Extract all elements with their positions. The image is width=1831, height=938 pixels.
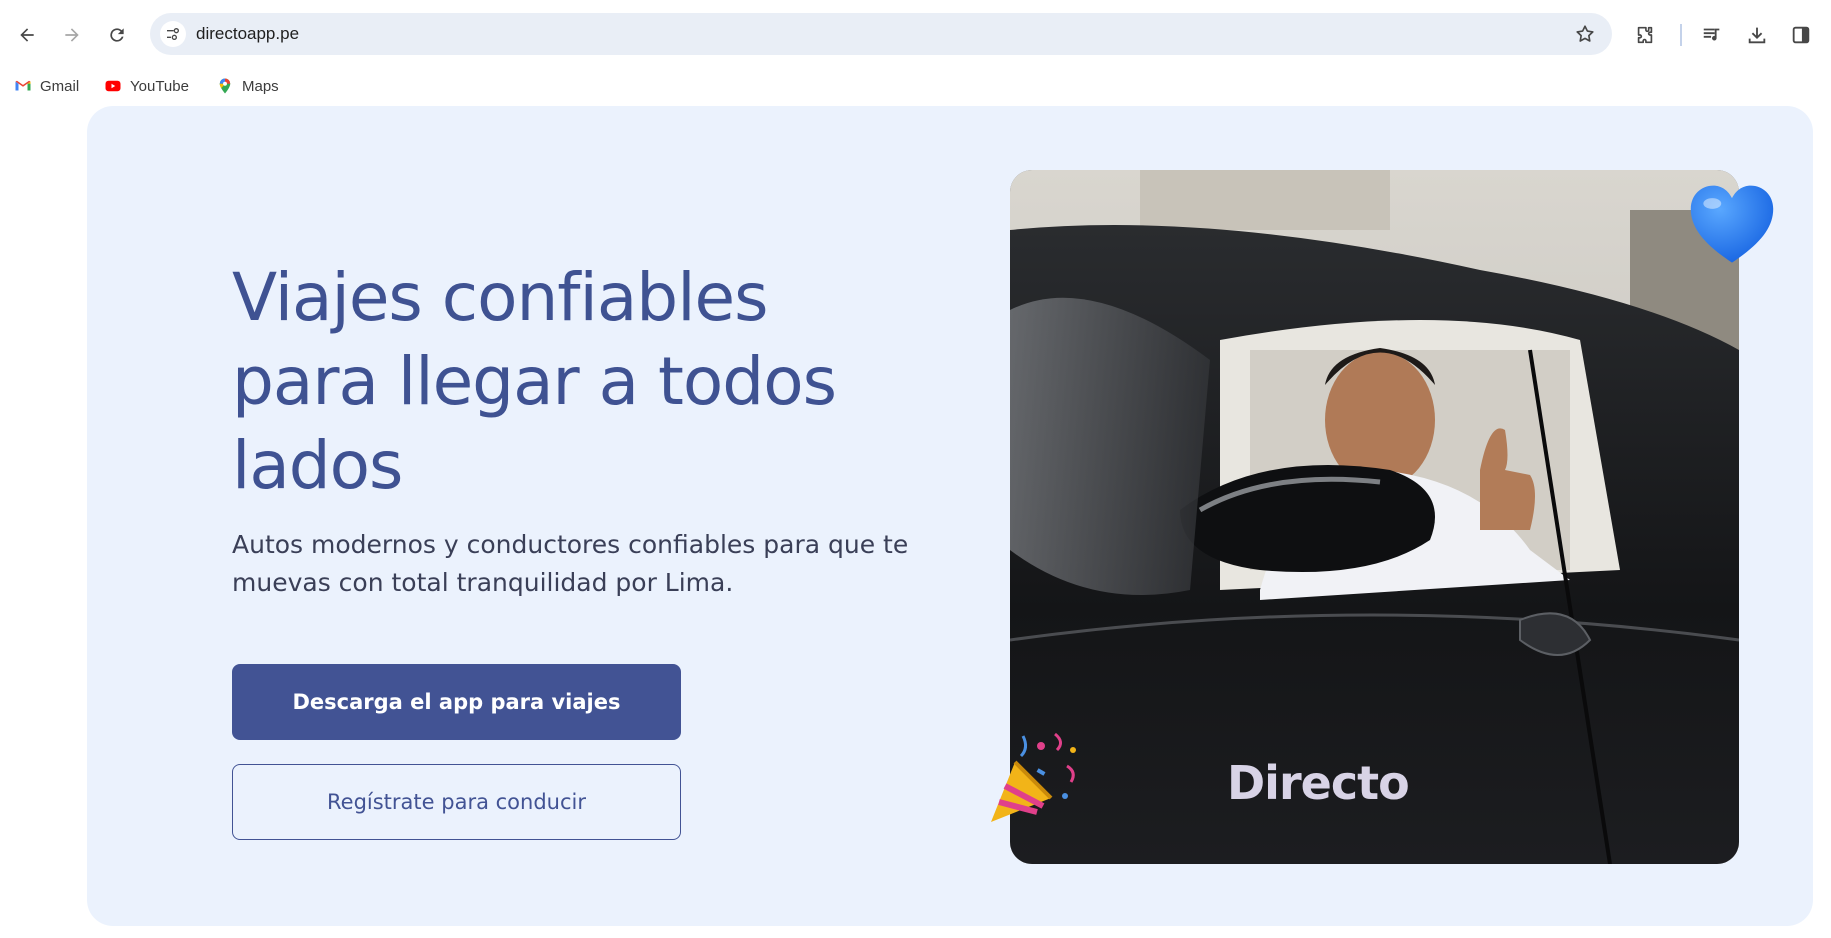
reload-button[interactable] [100,18,134,52]
puzzle-icon [1637,26,1653,44]
queue-music-icon [1703,28,1720,41]
hero-headline: Viajes confiables para llegar a todos la… [232,259,837,504]
address-bar[interactable]: directoapp.pe [150,13,1612,55]
site-info-icon[interactable] [160,21,186,47]
download-app-button[interactable]: Descarga el app para viajes [232,664,681,740]
car-brand-logo: Directo [1227,756,1410,810]
bookmark-youtube[interactable]: YouTube [104,72,189,100]
side-panel-button[interactable] [1786,20,1816,50]
side-panel-icon [1792,26,1810,44]
register-driver-button[interactable]: Regístrate para conducir [232,764,681,840]
toolbar-divider [1680,24,1682,46]
extensions-button[interactable] [1630,20,1660,50]
reload-icon [110,28,124,42]
youtube-icon [105,80,121,92]
blue-heart-icon [1690,185,1774,263]
bookmark-label: YouTube [130,77,189,95]
url-text[interactable]: directoapp.pe [196,24,299,44]
hero-subheading: Autos modernos y conductores confiables … [232,530,909,597]
gmail-icon [15,80,31,91]
arrow-right-icon [65,28,79,42]
download-icon [1748,27,1766,44]
browser-toolbar: directoapp.pe [0,0,1831,68]
bookmark-label: Gmail [40,77,80,95]
bookmark-gmail[interactable]: Gmail [14,72,79,100]
maps-icon [219,78,231,94]
hero-section: Viajes confiables para llegar a todos la… [87,106,1813,926]
media-controls-button[interactable] [1697,20,1727,50]
arrow-left-icon [20,28,34,42]
back-button[interactable] [10,18,44,52]
bookmark-star-icon[interactable] [1574,23,1596,45]
forward-button[interactable] [55,18,89,52]
bookmark-label: Maps [242,77,279,95]
party-popper-icon [991,732,1076,822]
bookmark-maps[interactable]: Maps [216,72,279,100]
downloads-button[interactable] [1742,20,1772,50]
bookmarks-bar: Gmail YouTube Maps [0,68,1831,104]
